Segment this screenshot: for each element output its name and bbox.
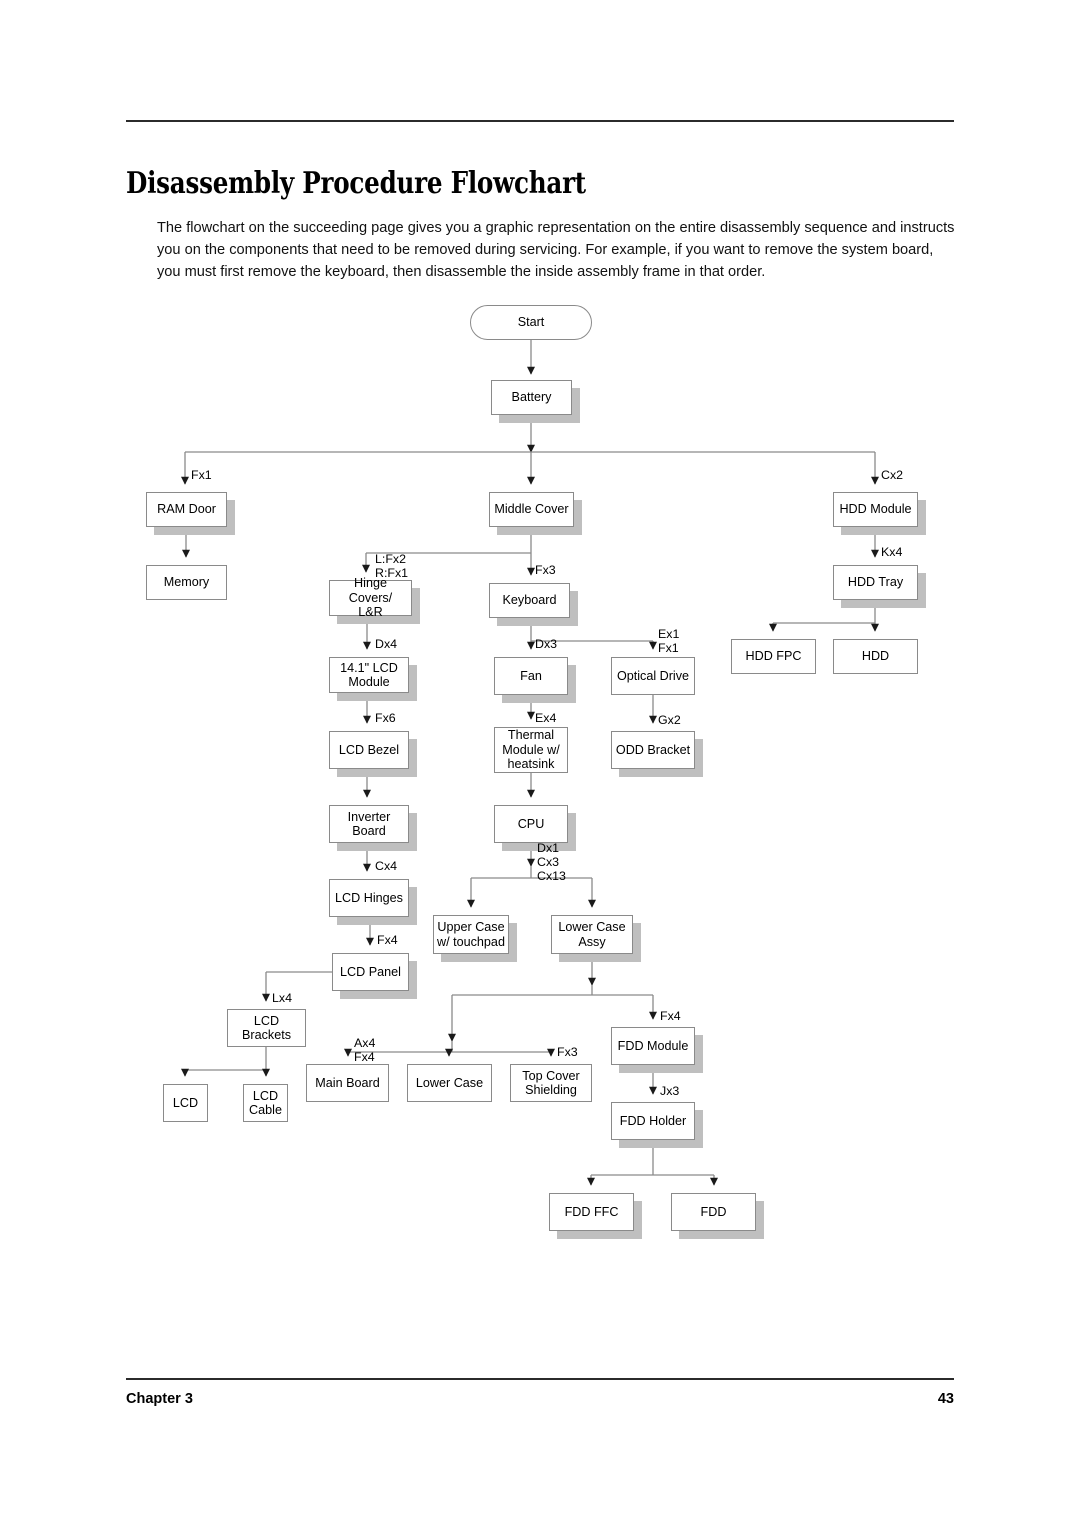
- flowchart-node-lcd: LCD: [163, 1084, 208, 1122]
- edge-label-lbl-dx3: Dx3: [535, 637, 558, 651]
- edge-label-lbl-fx3-top: Fx3: [557, 1045, 578, 1059]
- flowchart-node-cpu: CPU: [494, 805, 568, 843]
- flowchart-node-hddmodule: HDD Module: [833, 492, 918, 527]
- flowchart-node-oddbracket: ODD Bracket: [611, 731, 695, 769]
- disassembly-flowchart: Start Battery RAM Door Memory Middle Cover HD…: [0, 0, 1080, 1528]
- flowchart-node-uppercase: Upper Case w/ touchpad: [433, 915, 509, 954]
- edge-label-lbl-ex4: Ex4: [535, 711, 557, 725]
- flowchart-node-hdd: HDD: [833, 639, 918, 674]
- flowchart-node-fddholder: FDD Holder: [611, 1102, 695, 1140]
- flowchart-node-memory: Memory: [146, 565, 227, 600]
- edge-label-lbl-cx2: Cx2: [881, 468, 904, 482]
- flowchart-node-battery: Battery: [491, 380, 572, 415]
- flowchart-node-lcdpanel: LCD Panel: [332, 953, 409, 991]
- flowchart-node-fddffc: FDD FFC: [549, 1193, 634, 1231]
- edge-label-lbl-fx4-panel: Fx4: [377, 933, 398, 947]
- edge-label-lbl-fx3-kbd: Fx3: [535, 563, 556, 577]
- edge-label-lbl-lx4: Lx4: [272, 991, 292, 1005]
- edge-label-lbl-kx4: Kx4: [881, 545, 903, 559]
- flowchart-node-fan: Fan: [494, 657, 568, 695]
- flowchart-node-fdd: FDD: [671, 1193, 756, 1231]
- flowchart-node-middlecover: Middle Cover: [489, 492, 574, 527]
- flowchart-node-lcdcable: LCD Cable: [243, 1084, 288, 1122]
- flowchart-node-start: Start: [470, 305, 592, 340]
- flowchart-node-lowercase: Lower Case: [407, 1064, 492, 1102]
- flowchart-node-lcdbezel: LCD Bezel: [329, 731, 409, 769]
- edge-label-lbl-hinge: L:Fx2 R:Fx1: [375, 552, 409, 581]
- edge-label-lbl-fx1-ram: Fx1: [191, 468, 212, 482]
- footer-rule: [126, 1378, 954, 1380]
- flowchart-node-keyboard: Keyboard: [489, 583, 570, 618]
- flowchart-node-opticaldrive: Optical Drive: [611, 657, 695, 695]
- flowchart-node-hddtray: HDD Tray: [833, 565, 918, 600]
- edge-label-lbl-dx4: Dx4: [375, 637, 398, 651]
- footer-chapter: Chapter 3: [126, 1391, 193, 1407]
- flowchart-node-hingecovers: Hinge Covers/L&R: [329, 576, 412, 619]
- edge-label-lbl-cx4: Cx4: [375, 859, 398, 873]
- flowchart-node-lowercaseassy: Lower Case Assy: [551, 915, 633, 954]
- flowchart-node-inverter: Inverter Board: [329, 805, 409, 843]
- edge-label-lbl-jx3: Jx3: [660, 1084, 680, 1098]
- flowchart-node-ramdoor: RAM Door: [146, 492, 227, 527]
- edge-label-lbl-ax4fx4: Ax4 Fx4: [354, 1036, 376, 1065]
- flowchart-node-hddfpc: HDD FPC: [731, 639, 816, 674]
- document-page: Disassembly Procedure Flowchart The flow…: [0, 0, 1080, 1528]
- flowchart-node-fddmodule: FDD Module: [611, 1027, 695, 1065]
- flowchart-node-lcdbrackets: LCD Brackets: [227, 1009, 306, 1047]
- edge-label-lbl-cpu-fast: Dx1 Cx3 Cx13: [537, 841, 566, 884]
- edge-label-lbl-ex1fx1: Ex1 Fx1: [658, 627, 680, 656]
- footer-page-number: 43: [937, 1391, 954, 1407]
- flowchart-node-lcdmodule: 14.1" LCD Module: [329, 657, 409, 693]
- edge-label-lbl-fx4-fdd: Fx4: [660, 1009, 681, 1023]
- flowchart-node-lcdhinges: LCD Hinges: [329, 879, 409, 917]
- flowchart-node-topcover: Top Cover Shielding: [510, 1064, 592, 1102]
- edge-label-lbl-gx2: Gx2: [658, 713, 681, 727]
- flowchart-node-mainboard: Main Board: [306, 1064, 389, 1102]
- edge-label-lbl-fx6: Fx6: [375, 711, 396, 725]
- flowchart-node-thermal: Thermal Module w/heatsink: [494, 727, 568, 773]
